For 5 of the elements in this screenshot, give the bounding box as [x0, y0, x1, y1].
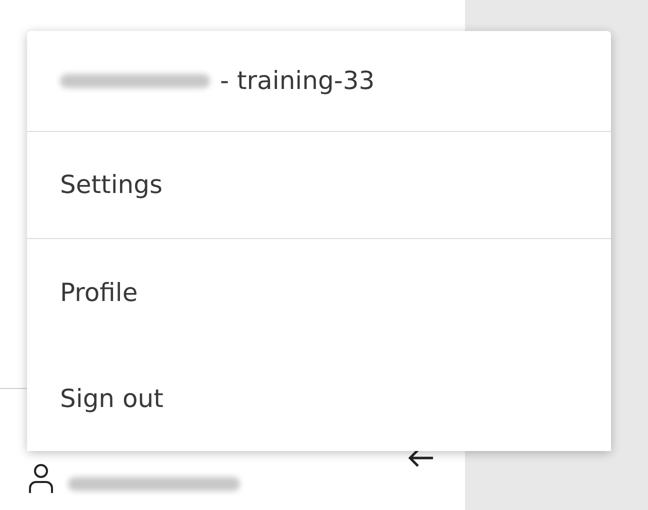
menu-item[interactable]: Sign out [27, 347, 611, 451]
user-icon[interactable] [28, 463, 54, 493]
menu-item[interactable]: Settings [27, 132, 611, 239]
account-name: - training-33 [220, 65, 375, 98]
menu-item[interactable]: Profile [27, 239, 611, 347]
